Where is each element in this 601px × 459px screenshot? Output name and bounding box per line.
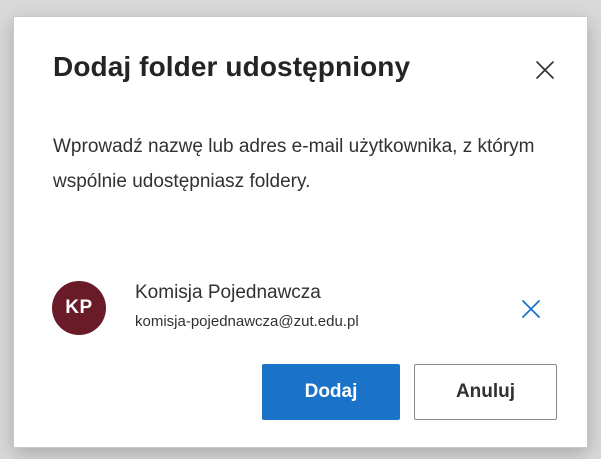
person-email: komisja-pojednawcza@zut.edu.pl [135, 313, 359, 330]
add-shared-folder-dialog: Dodaj folder udostępniony Wprowadź nazwę… [13, 16, 588, 448]
close-icon [522, 300, 540, 318]
selected-person-row: KP Komisja Pojednawcza komisja-pojednawc… [52, 276, 552, 340]
add-button[interactable]: Dodaj [262, 364, 400, 420]
close-icon [536, 61, 554, 79]
dialog-close-button[interactable] [530, 55, 560, 85]
dialog-description: Wprowadź nazwę lub adres e-mail użytkown… [53, 136, 535, 192]
avatar: KP [52, 281, 106, 335]
remove-person-button[interactable] [518, 296, 544, 322]
person-name: Komisja Pojednawcza [135, 282, 321, 303]
dialog-title: Dodaj folder udostępniony [53, 51, 411, 82]
cancel-button[interactable]: Anuluj [414, 364, 557, 420]
